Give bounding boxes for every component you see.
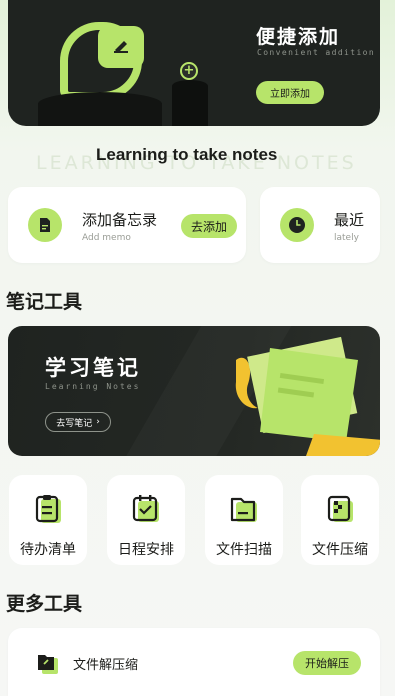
todo-list-label: 待办清单 xyxy=(20,542,76,558)
pedestal-illustration xyxy=(38,92,162,126)
add-memo-card[interactable]: 添加备忘录 Add memo 去添加 xyxy=(8,187,246,263)
schedule-label: 日程安排 xyxy=(118,542,174,558)
go-add-button[interactable]: 去添加 xyxy=(181,214,237,238)
clock-icon xyxy=(280,208,314,242)
add-memo-subtitle: Add memo xyxy=(82,233,131,243)
hero-title: 便捷添加 xyxy=(256,26,341,48)
plus-icon: + xyxy=(180,62,198,80)
pen-icon xyxy=(114,41,128,53)
unzip-tool-row[interactable]: 文件解压缩 开始解压 xyxy=(8,628,380,696)
learning-notes-banner[interactable]: 学习笔记 Learning Notes 去写笔记 › xyxy=(8,326,380,456)
unzip-tool-label: 文件解压缩 xyxy=(73,658,139,673)
more-tools-heading: 更多工具 xyxy=(6,593,83,615)
banner-subtitle: Learning Notes xyxy=(45,382,141,391)
schedule-tool[interactable]: 日程安排 xyxy=(107,475,185,565)
notes-tools-heading: 笔记工具 xyxy=(6,291,83,313)
folder-icon xyxy=(230,497,257,522)
calendar-check-icon xyxy=(132,495,159,522)
recent-card[interactable]: 最近 lately xyxy=(260,187,380,263)
file-compress-label: 文件压缩 xyxy=(312,542,368,558)
compress-file-icon xyxy=(327,495,353,522)
start-unzip-button[interactable]: 开始解压 xyxy=(293,651,361,675)
clipboard-icon xyxy=(35,495,61,523)
cylinder-illustration xyxy=(172,80,208,126)
file-scan-tool[interactable]: 文件扫描 xyxy=(205,475,283,565)
banner-title: 学习笔记 xyxy=(45,356,141,380)
hero-subtitle: Convenient addition xyxy=(257,48,376,57)
unzip-folder-icon xyxy=(38,655,58,674)
memo-icon xyxy=(28,208,62,242)
add-memo-title: 添加备忘录 xyxy=(82,211,158,229)
file-compress-tool[interactable]: 文件压缩 xyxy=(301,475,379,565)
todo-list-tool[interactable]: 待办清单 xyxy=(9,475,87,565)
file-scan-label: 文件扫描 xyxy=(216,542,272,558)
notebook-illustration xyxy=(235,336,380,456)
chevron-right-icon: › xyxy=(96,417,100,427)
section-headline: Learning to take notes xyxy=(96,145,278,164)
recent-title: 最近 xyxy=(334,211,365,229)
recent-subtitle: lately xyxy=(334,233,359,243)
add-now-button[interactable]: 立即添加 xyxy=(256,81,324,104)
write-notes-button[interactable]: 去写笔记 › xyxy=(45,412,111,432)
write-notes-label: 去写笔记 xyxy=(56,418,93,429)
hero-banner: + 便捷添加 Convenient addition 立即添加 xyxy=(8,0,380,126)
